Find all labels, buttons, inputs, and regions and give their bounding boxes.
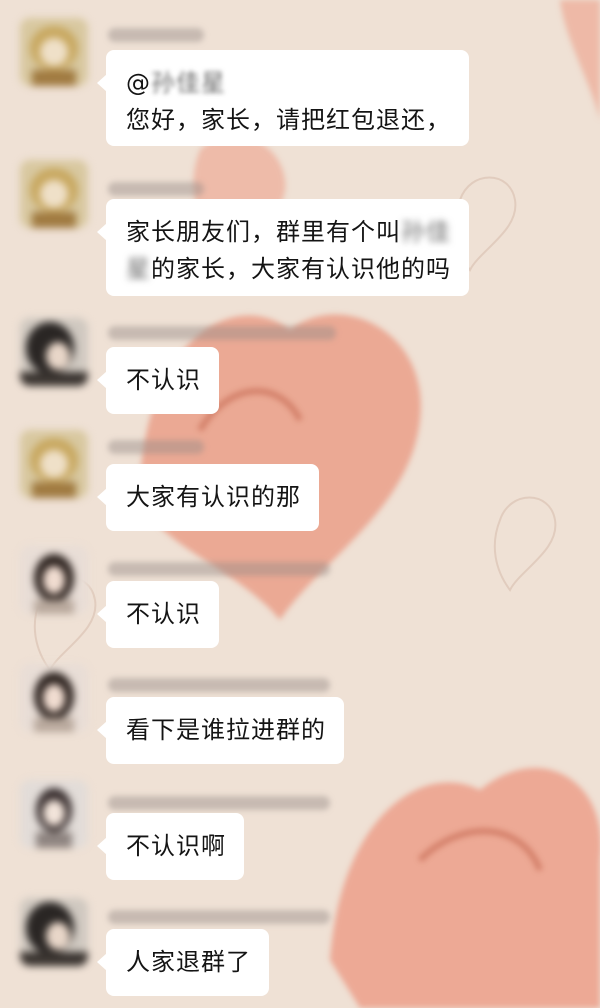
message-text: 人家退群了 <box>126 948 251 976</box>
sender-name[interactable]: 家长 <box>108 796 330 810</box>
girl-avatar-icon[interactable] <box>20 546 88 614</box>
message-bubble[interactable]: 看下是谁拉进群的 <box>97 697 344 764</box>
message-line: 您好，家长，请把红包退还， <box>126 102 451 139</box>
woman-avatar-icon[interactable] <box>20 780 88 848</box>
message-bubble[interactable]: 不认识 <box>97 581 219 648</box>
message-line: 人家退群了 <box>126 944 251 981</box>
redacted-name: 孙佳 <box>401 218 451 246</box>
dark-hair-avatar-icon[interactable] <box>20 898 88 966</box>
message-text: 的家长，大家有认识他的吗 <box>151 255 451 283</box>
message-line: 不认识 <box>126 596 201 633</box>
message-text: 不认识啊 <box>126 832 226 860</box>
message-text: 不认识 <box>126 366 201 394</box>
message-text: 您好，家长，请把红包退还， <box>126 106 451 134</box>
sender-name[interactable]: 家长 <box>108 562 330 576</box>
sender-name[interactable]: 孙佳星家长 <box>108 440 204 454</box>
message-bubble[interactable]: 大家有认识的那 <box>97 464 319 531</box>
sender-name[interactable]: 家长 <box>108 326 336 340</box>
message-line: 星的家长，大家有认识他的吗 <box>126 251 451 288</box>
blonde-avatar-icon[interactable] <box>20 430 88 498</box>
sender-name[interactable]: 孙佳星家长 <box>108 182 204 196</box>
message-text: 看下是谁拉进群的 <box>126 716 326 744</box>
message-line: 看下是谁拉进群的 <box>126 712 326 749</box>
chat-message-list[interactable]: 孙佳星家长@孙佳星您好，家长，请把红包退还，孙佳星家长家长朋友们，群里有个叫孙佳… <box>0 0 600 1008</box>
message-bubble[interactable]: 不认识 <box>97 347 219 414</box>
message-line: 不认识啊 <box>126 828 226 865</box>
message-line: 大家有认识的那 <box>126 479 301 516</box>
sender-name[interactable]: 家长 <box>108 678 330 692</box>
sender-name[interactable]: 家长 <box>108 910 330 924</box>
message-bubble[interactable]: @孙佳星您好，家长，请把红包退还， <box>97 50 469 146</box>
sender-name[interactable]: 孙佳星家长 <box>108 28 204 42</box>
blonde-avatar-icon[interactable] <box>20 18 88 86</box>
message-line: @孙佳星 <box>126 65 451 102</box>
redacted-name: 孙佳星 <box>151 69 226 97</box>
message-text: 大家有认识的那 <box>126 483 301 511</box>
message-line: 家长朋友们，群里有个叫孙佳 <box>126 214 451 251</box>
message-bubble[interactable]: 家长朋友们，群里有个叫孙佳 星的家长，大家有认识他的吗 <box>97 199 469 296</box>
redacted-name: 星 <box>126 255 151 283</box>
girl-avatar-icon[interactable] <box>20 664 88 732</box>
message-text: 家长朋友们，群里有个叫 <box>126 218 401 246</box>
message-bubble[interactable]: 不认识啊 <box>97 813 244 880</box>
message-text: 不认识 <box>126 600 201 628</box>
message-line: 不认识 <box>126 362 201 399</box>
dark-hair-avatar-icon[interactable] <box>20 318 88 386</box>
message-bubble[interactable]: 人家退群了 <box>97 929 269 996</box>
message-text: @ <box>126 69 151 97</box>
blonde-avatar-icon[interactable] <box>20 160 88 228</box>
